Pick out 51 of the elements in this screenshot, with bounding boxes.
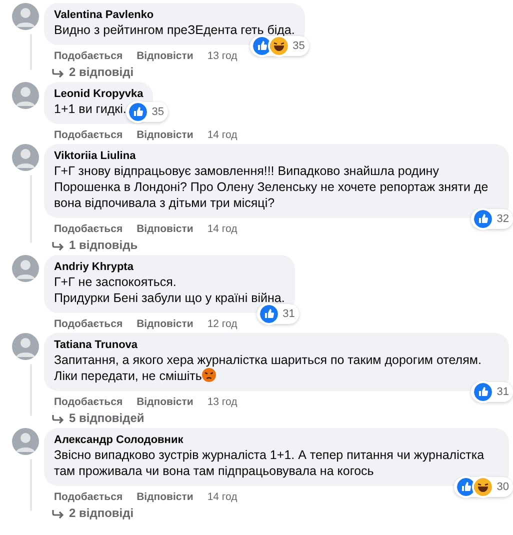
view-replies-link[interactable]: 5 відповідей [44,411,509,426]
author-name[interactable]: Tatiana Trunova [54,338,499,352]
comment-text: Г+Г не заспокояться. [54,274,178,290]
action-link[interactable]: Відповісти [136,49,194,63]
author-name[interactable]: Viktoriia Liulina [54,149,499,163]
view-replies-link[interactable]: 1 відповідь [44,238,509,253]
reply-arrow-icon [52,414,64,424]
avatar[interactable] [12,144,39,171]
action-link[interactable]: Подобається [54,317,123,331]
timestamp[interactable]: 14 год [207,490,238,504]
reply-arrow-icon [52,508,64,518]
reactions-badge[interactable]: 31 [256,304,299,324]
action-link[interactable]: Відповісти [136,317,194,331]
timestamp[interactable]: 13 год [207,395,238,409]
reactions-badge[interactable]: 35 [250,36,309,56]
reply-arrow-icon [52,68,64,78]
action-link[interactable]: Відповісти [136,395,194,409]
timestamp[interactable]: 14 год [207,128,238,142]
avatar[interactable] [12,333,39,360]
reply-arrow-icon [52,240,64,250]
view-replies-link[interactable]: 2 відповіді [44,65,305,80]
comment-text: Г+Г знову відпрацьовує замовлення!!! Випадково знайшла родину Порошенка в Лондоні? Про Олену Зеленську не хочете репортаж зняти де вона відпочивала з дітьми три місяці? [54,163,490,211]
action-link[interactable]: Подобається [54,490,123,504]
view-replies-link[interactable]: 2 відповіді [44,506,509,521]
comment-text: 1+1 ви гидкі. [54,101,128,117]
action-link[interactable]: Подобається [54,128,123,142]
action-link[interactable]: Подобається [54,49,123,63]
timestamp[interactable]: 14 год [207,222,238,236]
action-link[interactable]: Відповісти [136,490,194,504]
comment-text: Запитання, а якого хера журналістка шариться по таким дорогим отелям. Ліки передати, не смішіть [54,352,482,384]
action-link[interactable]: Відповісти [136,222,194,236]
avatar[interactable] [12,3,39,30]
author-name[interactable]: Andriy Khrypta [54,260,285,274]
reactions-badge[interactable]: 32 [470,209,513,229]
author-name[interactable]: Leonid Kropyvka [54,87,144,101]
reactions-badge[interactable]: 35 [126,102,168,122]
author-name[interactable]: Valentina Pavlenko [54,8,295,22]
timestamp[interactable]: 12 год [207,317,238,331]
avatar[interactable] [12,82,39,109]
reactions-badge[interactable]: 30 [454,477,513,497]
comment-text: Звісно випадково зустрів журналіста 1+1. А тепер питання чи журналістка там проживала чи вона там підпрацьовувала на когось [54,447,486,479]
reactions-badge[interactable]: 31 [470,382,513,402]
timestamp[interactable]: 13 год [207,49,238,63]
action-link[interactable]: Відповісти [136,128,194,142]
comment-text: Придурки Бені забули що у країні війна. [54,290,285,306]
comment-text: Видно з рейтингом преЗЕдента геть біда. [54,22,295,38]
action-link[interactable]: Подобається [54,395,123,409]
action-link[interactable]: Подобається [54,222,123,236]
avatar[interactable] [12,428,39,455]
author-name[interactable]: Александр Солодовник [54,433,499,447]
avatar[interactable] [12,255,39,282]
